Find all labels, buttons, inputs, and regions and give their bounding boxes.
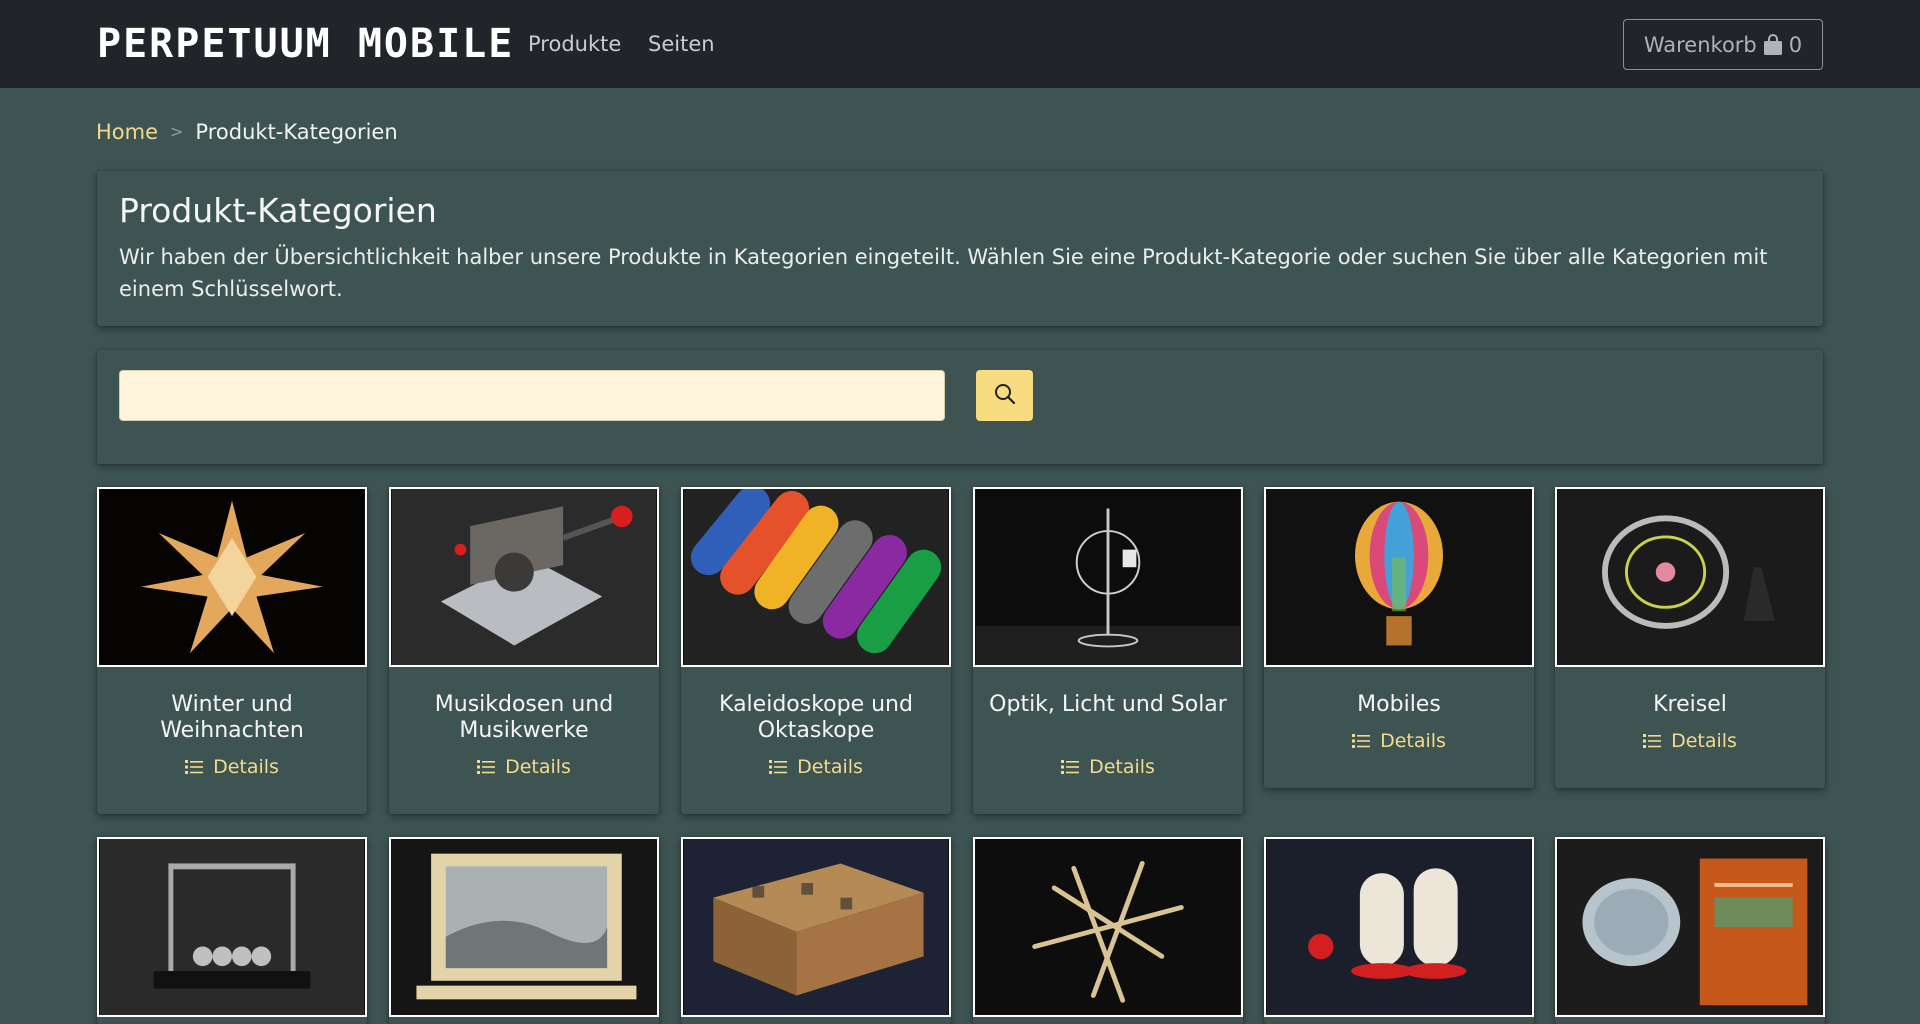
page-title: Produkt-Kategorien — [119, 191, 437, 230]
details-label: Details — [1089, 756, 1155, 778]
breadcrumb-current: Produkt-Kategorien — [195, 120, 398, 144]
details-label: Details — [213, 756, 279, 778]
category-image[interactable] — [389, 837, 659, 1017]
category-card[interactable]: Musikdosen und Musikwerke Details — [389, 487, 659, 814]
details-link[interactable]: Details — [1264, 729, 1534, 753]
category-image[interactable] — [97, 837, 367, 1017]
category-image[interactable] — [973, 837, 1243, 1017]
search-button[interactable] — [976, 370, 1033, 421]
details-link[interactable]: Details — [681, 755, 951, 779]
nav-seiten[interactable]: Seiten — [648, 30, 715, 58]
category-image[interactable] — [1264, 837, 1534, 1017]
category-card[interactable] — [1264, 837, 1534, 1024]
category-image[interactable] — [389, 487, 659, 667]
list-icon — [1643, 733, 1662, 749]
category-card[interactable] — [681, 837, 951, 1024]
category-card[interactable] — [389, 837, 659, 1024]
list-icon — [477, 759, 496, 775]
details-link[interactable]: Details — [97, 755, 367, 779]
category-title[interactable]: Mobiles — [1274, 692, 1524, 718]
details-link[interactable]: Details — [389, 755, 659, 779]
details-label: Details — [505, 756, 571, 778]
intro-text: Wir haben der Übersichtlichkeit halber u… — [119, 245, 1768, 301]
list-icon — [1352, 733, 1371, 749]
breadcrumb-home-link[interactable]: Home — [96, 118, 158, 146]
cart-button[interactable]: Warenkorb 0 — [1623, 19, 1823, 70]
category-image[interactable] — [97, 487, 367, 667]
list-icon — [1061, 759, 1080, 775]
search-icon — [994, 383, 1016, 409]
search-panel — [97, 350, 1823, 464]
nav-produkte[interactable]: Produkte — [528, 30, 621, 58]
category-card[interactable]: Optik, Licht und Solar Details — [973, 487, 1243, 814]
intro-panel: Produkt-Kategorien Wir haben der Übersic… — [97, 171, 1823, 326]
details-label: Details — [797, 756, 863, 778]
cart-count: 0 — [1788, 32, 1803, 57]
category-title[interactable]: Kaleidoskope und Oktaskope — [691, 692, 941, 744]
list-icon — [185, 759, 204, 775]
category-card[interactable] — [97, 837, 367, 1024]
details-label: Details — [1380, 730, 1446, 752]
category-card[interactable]: Mobiles Details — [1264, 487, 1534, 788]
details-link[interactable]: Details — [973, 755, 1243, 779]
list-icon — [769, 759, 788, 775]
category-title[interactable]: Musikdosen und Musikwerke — [399, 692, 649, 744]
details-label: Details — [1671, 730, 1737, 752]
category-title[interactable]: Winter und Weihnachten — [107, 692, 357, 744]
category-card[interactable]: Kaleidoskope und Oktaskope Details — [681, 487, 951, 814]
category-image[interactable] — [1555, 487, 1825, 667]
category-card[interactable]: Winter und Weihnachten Details — [97, 487, 367, 814]
category-image[interactable] — [973, 487, 1243, 667]
cart-label: Warenkorb — [1643, 32, 1757, 57]
category-card[interactable]: Kreisel Details — [1555, 487, 1825, 788]
category-title[interactable]: Optik, Licht und Solar — [983, 692, 1233, 718]
category-image[interactable] — [1555, 837, 1825, 1017]
category-image[interactable] — [1264, 487, 1534, 667]
category-image[interactable] — [681, 487, 951, 667]
category-image[interactable] — [681, 837, 951, 1017]
breadcrumb-separator: > — [170, 122, 184, 141]
search-input[interactable] — [119, 370, 945, 421]
breadcrumb: Home > Produkt-Kategorien — [96, 118, 398, 146]
category-card[interactable] — [1555, 837, 1825, 1024]
brand-logo[interactable]: PERPETUUM MOBILE — [97, 20, 514, 68]
details-link[interactable]: Details — [1555, 729, 1825, 753]
category-card[interactable] — [973, 837, 1243, 1024]
category-title[interactable]: Kreisel — [1565, 692, 1815, 718]
top-navbar: PERPETUUM MOBILE Produkte Seiten Warenko… — [0, 0, 1920, 88]
shopping-bag-icon — [1763, 33, 1783, 56]
